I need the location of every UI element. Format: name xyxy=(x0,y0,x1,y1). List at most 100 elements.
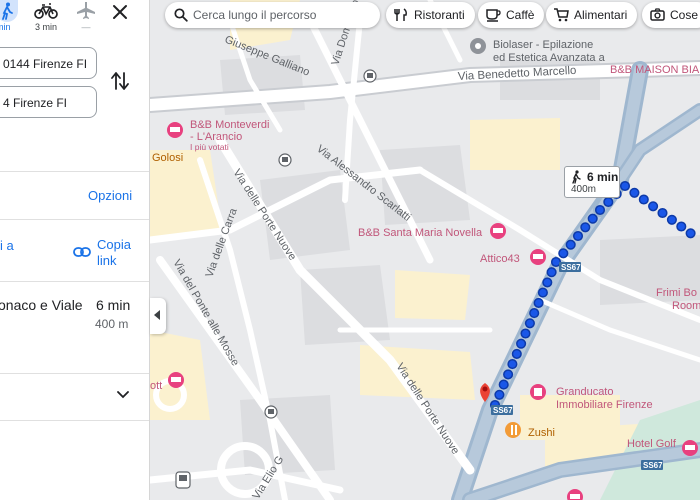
divider xyxy=(0,219,149,220)
copy-link-button[interactable]: Copia link xyxy=(97,237,131,269)
route-dot xyxy=(685,228,696,239)
chevron-left-icon xyxy=(154,310,160,320)
bus-stop-icon[interactable] xyxy=(363,69,377,83)
route-dot xyxy=(537,287,548,298)
route-time: 6 min xyxy=(96,297,131,313)
directions-panel: min 3 min — 0144 Firenze FI 4 Fi xyxy=(0,0,150,500)
search-icon xyxy=(174,8,188,22)
bus-stop-icon[interactable] xyxy=(278,153,292,167)
restaurant-icon xyxy=(394,8,407,21)
place-label: Immobiliare Firenze xyxy=(556,399,653,411)
mode-time: min xyxy=(0,22,11,32)
route-dot xyxy=(666,214,677,225)
chip-label: Cose xyxy=(670,8,699,22)
route-dot xyxy=(648,201,659,212)
poi-bed-icon[interactable] xyxy=(168,372,184,388)
cart-icon xyxy=(554,8,569,22)
chip-label: Ristoranti xyxy=(414,8,465,22)
route-dot xyxy=(516,338,527,349)
route-dot xyxy=(542,277,553,288)
chip-label: Alimentari xyxy=(574,8,628,22)
chip-groceries[interactable]: Alimentari xyxy=(546,2,638,28)
send-to-phone-link[interactable]: i a xyxy=(0,237,14,254)
poi-bed-icon[interactable] xyxy=(530,249,546,265)
route-dot xyxy=(657,207,668,219)
route-dot xyxy=(520,328,531,339)
close-icon[interactable] xyxy=(110,2,130,22)
copy-link-label: link xyxy=(97,253,117,268)
poi-bed-icon[interactable] xyxy=(682,440,698,456)
place-label: Biolaser - Epilazione xyxy=(493,39,593,51)
tram-stop-icon[interactable] xyxy=(175,471,191,489)
restaurant-marker-icon[interactable] xyxy=(505,422,521,438)
chip-restaurants[interactable]: Ristoranti xyxy=(386,2,475,28)
route-name[interactable]: onaco e Viale xyxy=(0,297,83,313)
place-label: B&B Santa Maria Novella xyxy=(358,227,483,239)
place-label: Granducato xyxy=(556,386,613,398)
place-label: I più votati xyxy=(190,142,229,152)
collapse-panel-button[interactable] xyxy=(150,298,166,334)
mode-walk[interactable]: min xyxy=(0,0,32,38)
destination-field[interactable]: 4 Firenze FI xyxy=(0,86,97,118)
mode-bike[interactable]: 3 min xyxy=(30,0,62,38)
origin-field[interactable]: 0144 Firenze FI xyxy=(0,47,97,79)
route-dot xyxy=(619,180,631,192)
place-label: B&B Monteverdi xyxy=(190,119,269,131)
route-dot xyxy=(533,297,544,308)
poi-bed-icon[interactable] xyxy=(167,122,183,138)
poi-building-icon[interactable] xyxy=(530,384,546,400)
poi-generic-icon[interactable] xyxy=(470,38,486,54)
airplane-icon xyxy=(77,2,95,19)
route-dot xyxy=(511,348,522,359)
walking-icon xyxy=(2,2,13,20)
route-dot xyxy=(507,359,518,370)
eta-bubble[interactable]: 6 min 400m xyxy=(564,166,620,198)
travel-mode-bar: min 3 min — xyxy=(0,0,149,40)
chevron-down-icon[interactable] xyxy=(115,389,131,401)
chip-things-to-do[interactable]: Cose xyxy=(642,2,700,28)
place-label: ed Estetica Avanzata a xyxy=(493,52,606,64)
route-dot xyxy=(503,369,514,380)
bus-stop-icon[interactable] xyxy=(264,405,278,419)
route-dot xyxy=(529,308,540,319)
copy-link-label: Copia xyxy=(97,237,131,252)
route-dot xyxy=(629,187,640,198)
mode-time: 3 min xyxy=(34,22,57,32)
route-dot xyxy=(546,267,557,278)
place-label: Attico43 xyxy=(480,253,520,265)
route-dot xyxy=(603,196,614,208)
bicycle-icon xyxy=(34,3,58,19)
divider xyxy=(0,281,149,282)
route-dot xyxy=(638,194,649,205)
divider xyxy=(0,171,149,172)
route-dot xyxy=(572,230,584,242)
place-label: Golosi xyxy=(152,152,183,164)
search-input[interactable] xyxy=(193,6,373,24)
route-dot xyxy=(558,248,569,259)
options-button[interactable]: Opzioni xyxy=(88,188,132,203)
route-dot xyxy=(587,213,598,224)
mode-flight[interactable]: — xyxy=(70,0,102,38)
chip-cafe[interactable]: Caffè xyxy=(478,2,545,28)
link-icon[interactable] xyxy=(73,245,91,259)
search-along-route[interactable] xyxy=(165,2,380,28)
place-label: Room xyxy=(672,300,700,312)
route-dot xyxy=(565,239,576,250)
route-dot xyxy=(594,204,606,216)
divider xyxy=(0,373,149,374)
route-dot xyxy=(676,221,687,232)
poi-bed-icon[interactable] xyxy=(490,223,506,239)
place-label: Frimi Bo xyxy=(656,287,697,299)
mode-time: — xyxy=(81,22,91,32)
route-distance: 400 m xyxy=(95,317,129,331)
swap-icon[interactable] xyxy=(110,70,130,92)
road-shield-label: SS67 xyxy=(561,263,581,272)
route-dot xyxy=(580,222,591,233)
road-shield-label: SS67 xyxy=(493,406,513,415)
camera-icon xyxy=(650,8,665,21)
route-dot xyxy=(494,389,505,400)
eta-distance: 400m xyxy=(571,184,597,195)
place-label: ott xyxy=(150,380,162,392)
eta-time: 6 min xyxy=(587,170,619,184)
place-label: Hotel Golf xyxy=(627,438,677,450)
